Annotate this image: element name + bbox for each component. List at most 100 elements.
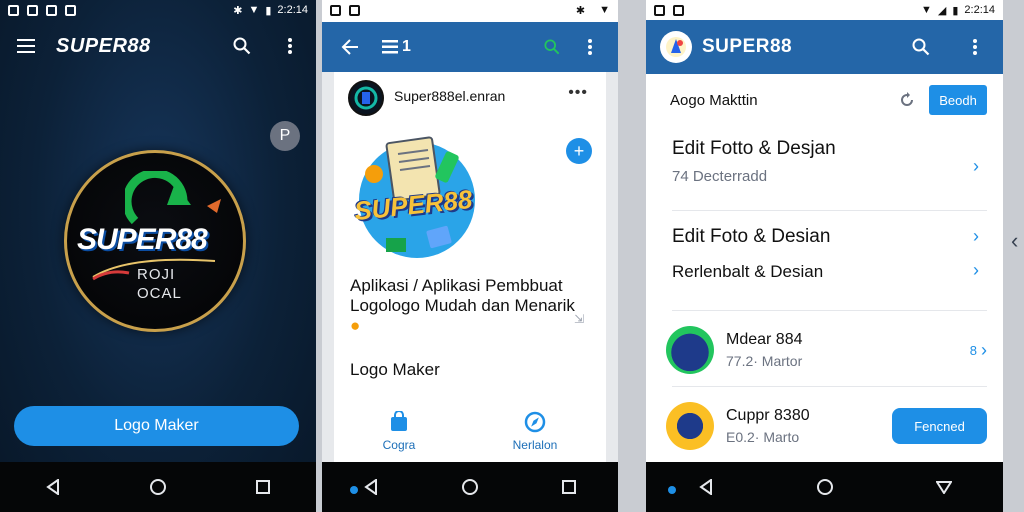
search-icon [544, 39, 560, 55]
app-title: SUPER88 [56, 34, 151, 57]
notification-icon [673, 4, 684, 16]
search-button[interactable] [538, 33, 566, 61]
search-button[interactable] [228, 32, 256, 60]
header-row-label: Aogo Makttin [670, 91, 758, 109]
chevron-right-icon: › [973, 260, 979, 280]
search-icon [912, 38, 930, 56]
list-item-subtitle: E0.2· Marto [726, 429, 800, 445]
p-icon: P [279, 127, 291, 144]
bottom-action-label: Nerlalon [512, 438, 558, 452]
header-row: Aogo Makttin Beodh [670, 85, 987, 115]
arrow-up-icon [125, 171, 191, 225]
notification-icon [65, 4, 76, 16]
list-item-title: Mdear 884 [726, 331, 803, 348]
home-circle-icon [816, 479, 833, 495]
phone-screen-3: ▼ ◢ ▮ 2:2:14 SUPER88 Aogo Makttin Beodh … [646, 0, 1003, 512]
overflow-menu-button[interactable] [576, 33, 604, 61]
back-triangle-icon [698, 479, 712, 495]
logo-subtitle: ROJI OCAL [137, 265, 182, 303]
bottom-action-nerlalon[interactable]: Nerlalon [512, 410, 558, 452]
header-row-button[interactable]: Beodh [929, 85, 987, 115]
notification-icon [330, 4, 341, 16]
add-button[interactable]: + [566, 138, 592, 164]
menu-item-title: Edit Foto & Desian [672, 226, 831, 247]
app-icon [660, 31, 692, 63]
chevron-left-icon[interactable]: ‹ [1011, 228, 1018, 254]
divider [672, 386, 987, 387]
overflow-menu-button[interactable] [276, 32, 304, 60]
status-bar: ▼ ◢ ▮ 2:2:14 [646, 0, 1003, 20]
notification-icon [349, 4, 360, 16]
chevron-right-icon: › [973, 156, 979, 176]
share-icon[interactable]: ⇲ [574, 312, 584, 326]
menu-item-edit-foto[interactable]: Edit Fotto & Desjan 74 Decterradd › [672, 138, 987, 185]
home-button[interactable] [450, 467, 490, 507]
account-name[interactable]: Super888el.enran [394, 88, 505, 104]
home-button[interactable] [805, 467, 845, 507]
app-description: Aplikasi / Aplikasi Pembbuat Logologo Mu… [350, 276, 580, 336]
divider [672, 310, 987, 311]
recents-square-icon [256, 480, 271, 494]
menu-item-rerlenbalt[interactable]: Rerlenbalt & Desian › [672, 260, 987, 282]
signal-icon: ◢ [937, 4, 947, 17]
overflow-menu-button[interactable] [961, 33, 989, 61]
side-gutter [322, 72, 334, 462]
bottom-action-cogra[interactable]: Cogra [382, 410, 416, 452]
list-icon [382, 40, 398, 54]
list-item[interactable]: Mdear 884 77.2· Martor 8 › [666, 322, 987, 378]
notification-icon [8, 4, 19, 16]
app-bar: SUPER88 [646, 20, 1003, 74]
avatar [666, 402, 714, 450]
list-item-right-text: 8 [969, 342, 977, 358]
bag-icon [390, 411, 407, 431]
system-nav-bar [322, 462, 618, 512]
recents-button[interactable] [549, 467, 589, 507]
back-arrow-button[interactable] [336, 33, 364, 61]
logo-subtitle-line: ROJI [137, 266, 176, 283]
home-circle-icon [461, 479, 478, 495]
status-bar: ✱ ▼ [322, 0, 618, 20]
more-vert-icon [288, 38, 292, 54]
app-title: SUPER88 [702, 36, 793, 57]
plus-icon: + [573, 140, 585, 161]
back-button[interactable] [33, 467, 73, 507]
bluetooth-icon: ✱ [233, 4, 243, 17]
recents-square-icon [561, 480, 576, 494]
app-logo-icon [666, 37, 686, 57]
recents-button[interactable] [924, 467, 964, 507]
status-time: 2:2:14 [964, 4, 995, 16]
notification-icon [46, 4, 57, 16]
recents-button[interactable] [243, 467, 283, 507]
home-button[interactable] [138, 467, 178, 507]
brand-logo: SUPER88 ROJI OCAL [64, 150, 246, 332]
bottom-action-label: Cogra [382, 438, 416, 452]
status-time: 2:2:14 [277, 4, 308, 16]
refresh-icon[interactable] [899, 92, 915, 108]
wifi-icon: ▼ [248, 4, 260, 16]
logo-maker-label[interactable]: Logo Maker [350, 360, 440, 380]
search-button[interactable] [907, 33, 935, 61]
list-item-button[interactable]: Fencned [892, 408, 987, 444]
back-button[interactable] [686, 467, 726, 507]
more-horiz-icon[interactable]: ••• [568, 84, 588, 102]
notification-icon [654, 4, 665, 16]
list-item-action[interactable]: 8 › [970, 340, 987, 361]
menu-item-title: Rerlenbalt & Desian [672, 262, 824, 281]
list-item[interactable]: Cuppr 8380 E0.2· Marto Fencned [666, 398, 987, 454]
wifi-icon: ▼ [920, 4, 932, 16]
arrow-left-icon [341, 39, 358, 55]
avatar[interactable] [348, 80, 384, 116]
logo-text: SUPER88 [77, 223, 208, 256]
menu-item-edit-foto-desian[interactable]: Edit Foto & Desian › [672, 226, 987, 248]
avatar [666, 326, 714, 374]
search-icon [233, 37, 251, 55]
back-triangle-icon [45, 479, 59, 495]
menu-button[interactable] [12, 32, 40, 60]
logo-maker-button[interactable]: Logo Maker [14, 406, 299, 446]
system-nav-bar [0, 462, 316, 512]
phone-screen-2: ✱ ▼ 1 Super888el.enran ••• + SUPER88 Apl… [322, 0, 618, 512]
compass-icon [524, 411, 546, 433]
side-gutter [606, 72, 618, 462]
more-vert-icon [588, 39, 592, 55]
action-button[interactable]: P [270, 121, 300, 151]
